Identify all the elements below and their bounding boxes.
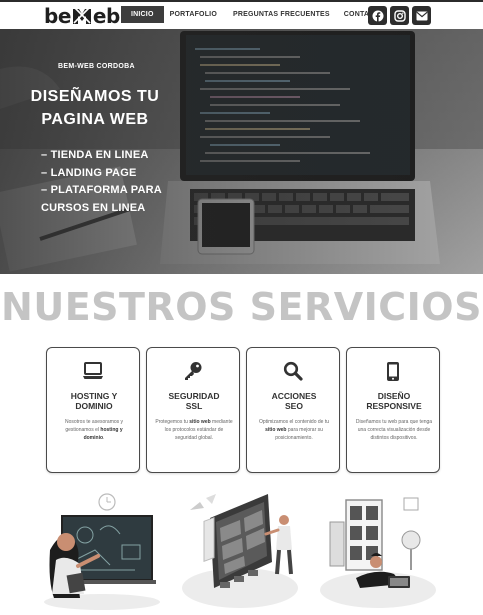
card-text-bold: sitio web: [189, 419, 211, 425]
service-card-responsive[interactable]: DISEÑO RESPONSIVE Diseñamos tu web para q…: [346, 347, 440, 473]
main-nav: INICIO PORTAFOLIO PREGUNTAS FRECUENTES C…: [121, 6, 390, 23]
hero-list-item: – LANDING PAGE: [41, 166, 137, 179]
card-text-part: Optimizamos el contenido de tu: [258, 419, 330, 425]
hero-title: DISEÑAMOS TU PAGINA WEB: [30, 85, 160, 131]
responsive-design-illustration: [320, 497, 436, 608]
card-title-line1: SEGURIDAD: [168, 391, 220, 401]
card-description: Nosotros te asesoramos y gestionamos el …: [55, 419, 133, 442]
teacher-illustration: [44, 493, 160, 610]
card-text-part: Diseñamos tu web para que tenga una corr…: [355, 419, 433, 441]
card-title-line2: RESPONSIVE: [366, 401, 422, 411]
facebook-icon: [372, 10, 383, 21]
hero-kicker: BEM-WEB CORDOBA: [58, 63, 135, 70]
logo-text-right: eb: [92, 3, 120, 28]
hero-banner: BEM-WEB CORDOBA DISEÑAMOS TU PAGINA WEB …: [0, 29, 483, 274]
hero-title-line2: PAGINA WEB: [41, 111, 149, 128]
site-header: be eb INICIO PORTAFOLIO PREGUNTAS FRECUE…: [0, 2, 483, 29]
card-title: HOSTING Y DOMINIO: [51, 391, 137, 411]
card-title-line2: SEO: [285, 401, 303, 411]
card-text-part: .: [103, 434, 105, 441]
service-card-hosting[interactable]: HOSTING Y DOMINIO Nosotros te asesoramos …: [46, 347, 140, 473]
card-title-line2: SSL: [185, 401, 203, 411]
service-card-ssl[interactable]: SEGURIDAD SSL Protegemos tu sitio web med…: [146, 347, 240, 473]
card-description: Protegemos tu sitio web mediante los pro…: [155, 419, 233, 442]
search-icon: [283, 361, 303, 381]
card-title: DISEÑO RESPONSIVE: [351, 391, 437, 411]
social-links: [365, 6, 431, 25]
nav-item-portafolio[interactable]: PORTAFOLIO: [164, 6, 223, 23]
hero-list-item: – PLATAFORMA PARA: [41, 184, 162, 196]
instagram-button[interactable]: [390, 6, 409, 25]
key-icon: [185, 362, 202, 380]
card-title-line1: DISEÑO: [377, 391, 411, 401]
instagram-icon: [393, 9, 406, 22]
nav-item-inicio[interactable]: INICIO: [121, 6, 164, 23]
card-title-line1: ACCIONES: [271, 391, 317, 401]
nav-item-preguntas-frecuentes[interactable]: PREGUNTAS FRECUENTES: [223, 6, 336, 23]
mail-button[interactable]: [412, 6, 431, 25]
web-design-illustration: [182, 494, 298, 608]
hero-list-item: CURSOS EN LINEA: [41, 201, 146, 214]
mail-icon: [415, 11, 428, 20]
logo-mark-icon: [72, 6, 92, 26]
card-title: ACCIONES SEO: [251, 391, 337, 411]
card-title: SEGURIDAD SSL: [151, 391, 237, 411]
services-title: NUESTROS SERVICIOS: [1, 285, 482, 329]
card-text-bold: sitio web: [265, 426, 287, 433]
laptop-icon: [83, 362, 103, 379]
facebook-button[interactable]: [368, 6, 387, 25]
logo-text-left: be: [44, 3, 71, 28]
card-title-line1: HOSTING Y: [70, 391, 118, 401]
card-description: Diseñamos tu web para que tenga una corr…: [355, 419, 433, 442]
card-title-line2: DOMINIO: [75, 401, 113, 411]
hero-list-item: – TIENDA EN LINEA: [41, 149, 149, 161]
hero-service-list: – TIENDA EN LINEA – LANDING PAGE – PLATA…: [41, 147, 162, 217]
site-logo[interactable]: be eb: [44, 3, 120, 28]
hero-title-line1: DISEÑAMOS TU: [30, 88, 160, 105]
card-description: Optimizamos el contenido de tu sitio web…: [255, 419, 333, 442]
mobile-icon: [387, 362, 399, 381]
card-text-part: Protegemos tu: [155, 419, 190, 425]
service-card-seo[interactable]: ACCIONES SEO Optimizamos el contenido de …: [246, 347, 340, 473]
